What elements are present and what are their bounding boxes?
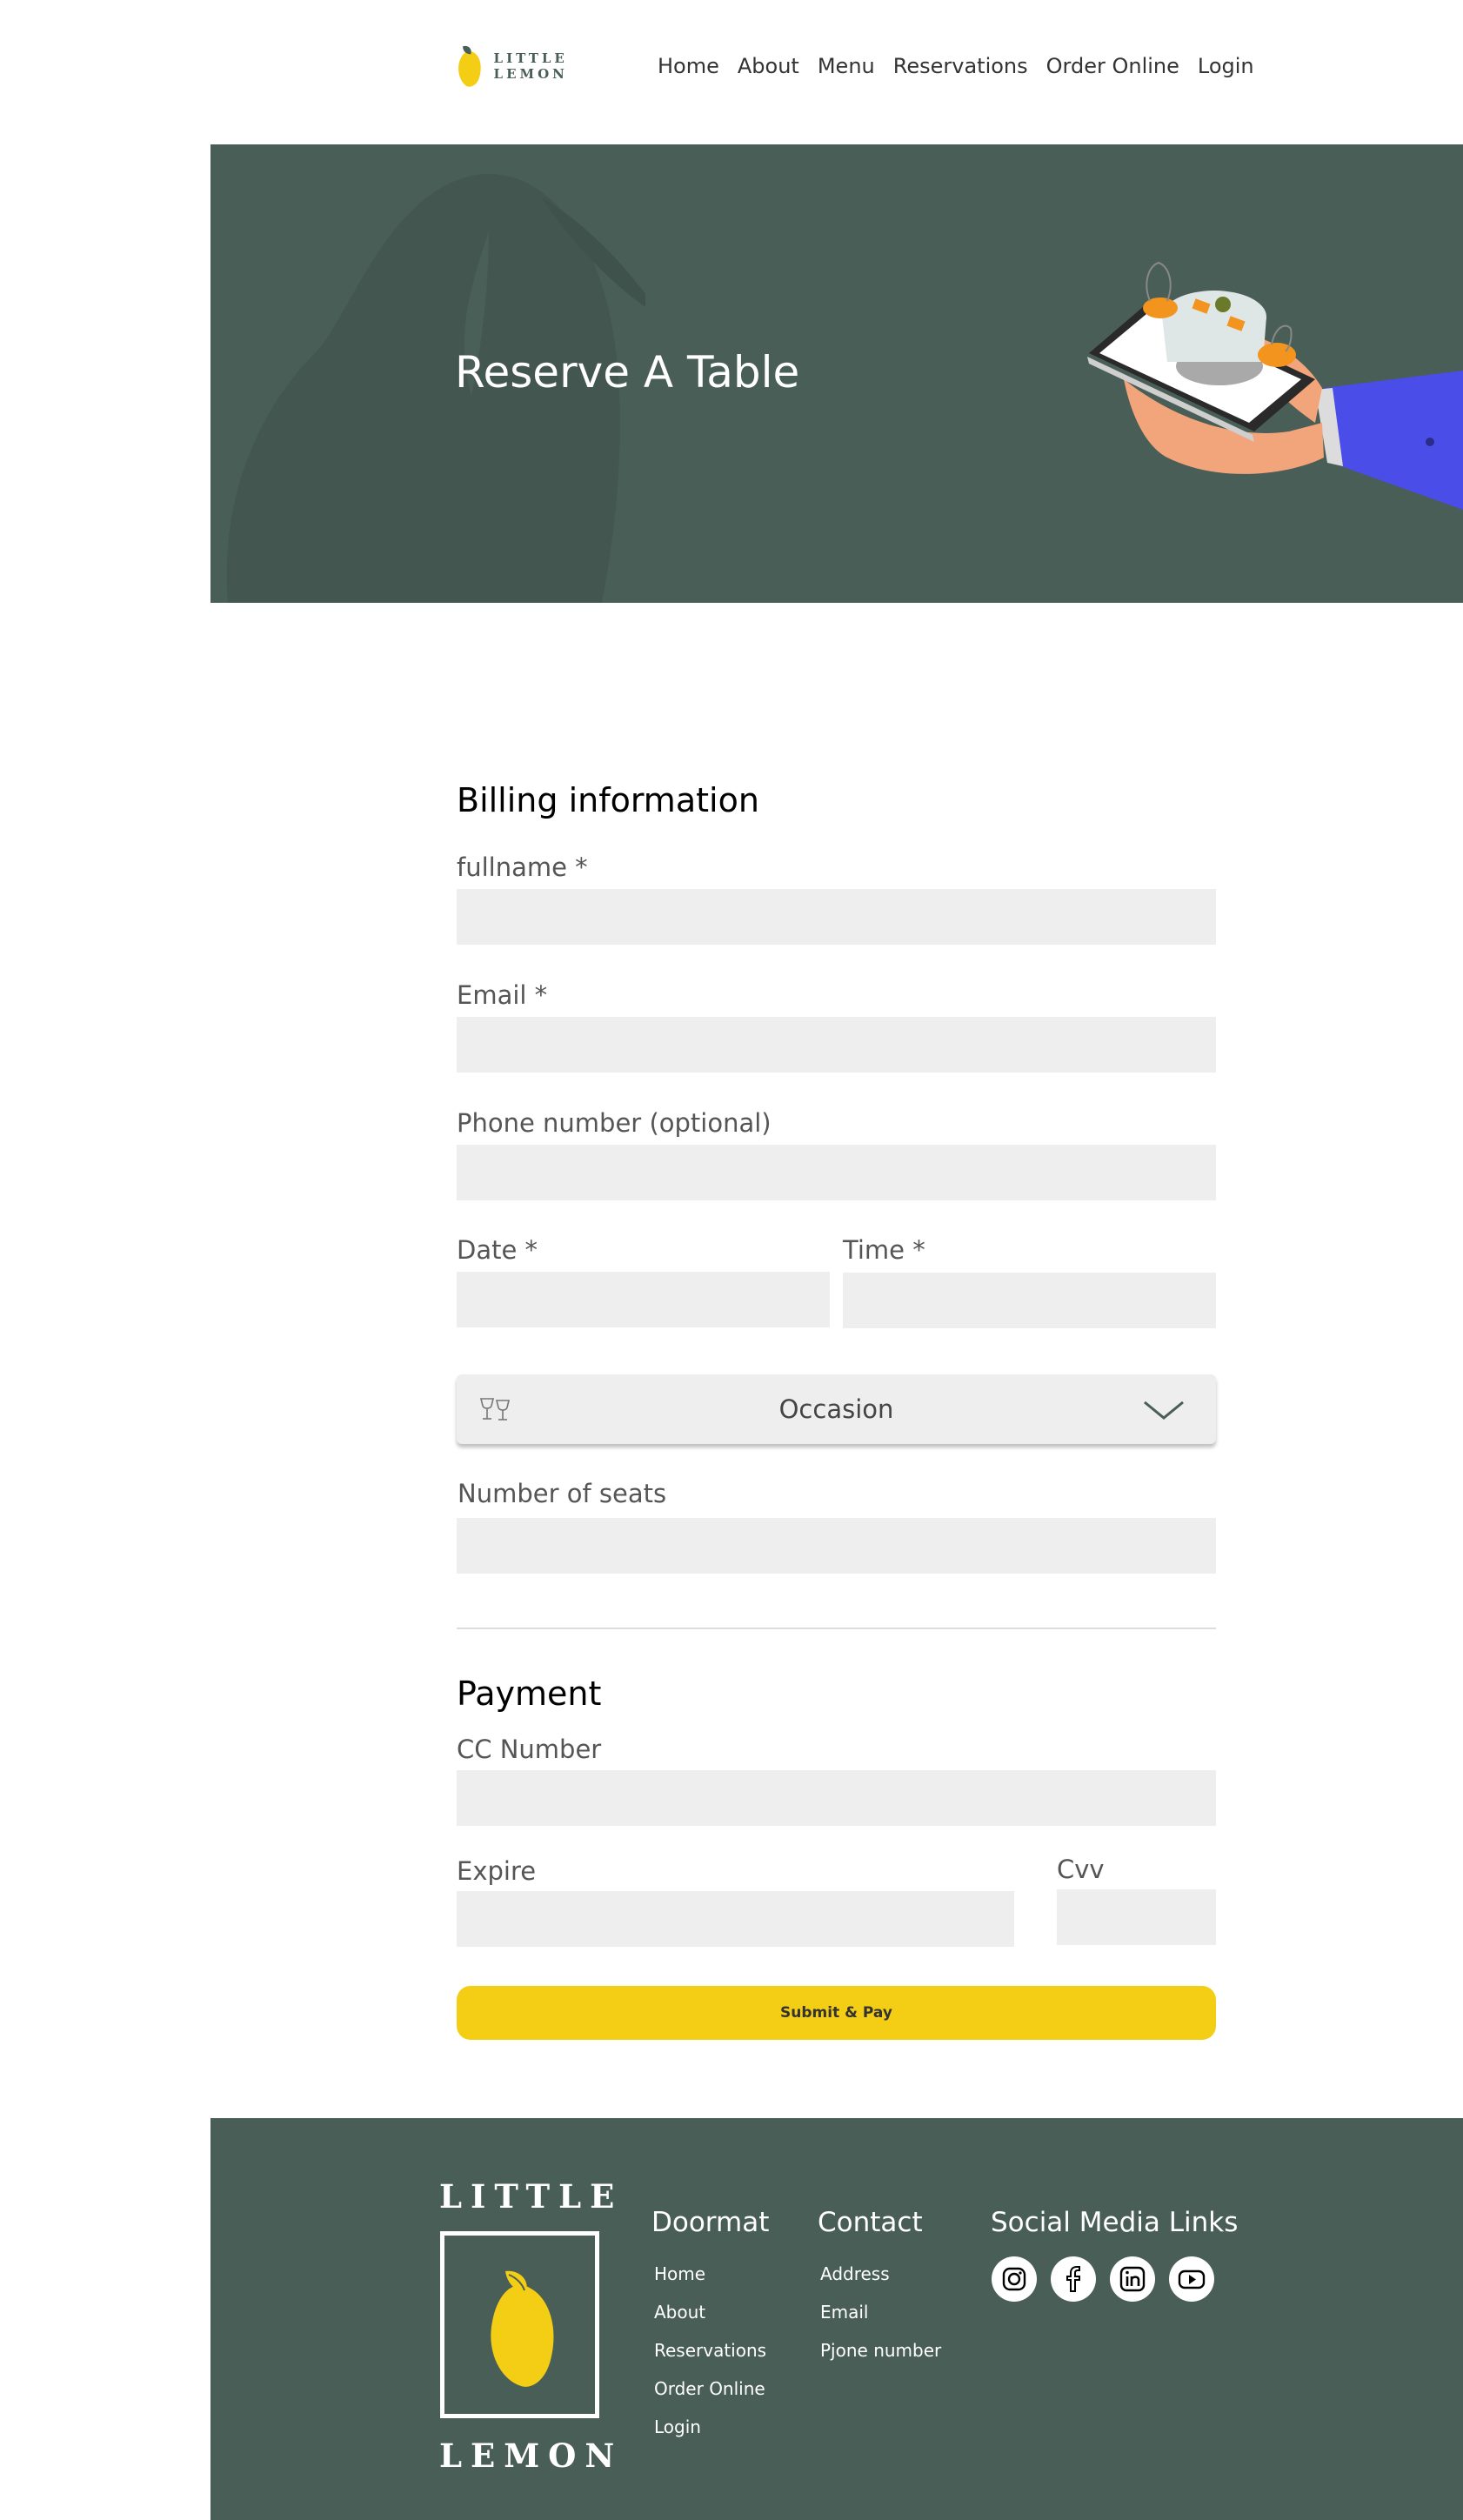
- site-footer: LITTLE LEMON Doormat Home About Reservat…: [210, 2118, 1463, 2520]
- nav-link-home[interactable]: Home: [658, 50, 719, 82]
- cc-number-label: CC Number: [457, 1735, 602, 1764]
- phone-label: Phone number (optional): [457, 1108, 772, 1138]
- payment-heading: Payment: [457, 1674, 602, 1713]
- brand-logo[interactable]: LITTLE LEMON: [455, 40, 636, 92]
- submit-pay-button[interactable]: Submit & Pay: [457, 1986, 1216, 2040]
- doormat-heading: Doormat: [651, 2207, 770, 2238]
- chevron-down-icon: [1144, 1400, 1184, 1420]
- seats-label: Number of seats: [458, 1479, 667, 1508]
- lemon-logo-icon: [491, 2270, 554, 2387]
- time-input[interactable]: [843, 1273, 1216, 1328]
- phone-input[interactable]: [457, 1145, 1216, 1200]
- section-divider: [457, 1628, 1216, 1629]
- time-label: Time *: [843, 1235, 925, 1265]
- nav-link-reservations[interactable]: Reservations: [893, 50, 1028, 82]
- cvv-input[interactable]: [1057, 1889, 1216, 1945]
- footer-link-order-online[interactable]: Order Online: [654, 2378, 765, 2399]
- email-input[interactable]: [457, 1017, 1216, 1073]
- email-label: Email *: [457, 980, 548, 1010]
- footer-link-email[interactable]: Email: [820, 2302, 869, 2323]
- fullname-input[interactable]: [457, 889, 1216, 945]
- footer-link-about[interactable]: About: [654, 2302, 705, 2323]
- nav-link-order-online[interactable]: Order Online: [1046, 50, 1179, 82]
- cc-number-input[interactable]: [457, 1770, 1216, 1826]
- footer-link-reservations[interactable]: Reservations: [654, 2340, 766, 2361]
- footer-brand-top: LITTLE: [439, 2177, 624, 2216]
- nav-link-about[interactable]: About: [738, 50, 799, 82]
- wine-glasses-icon: [479, 1398, 511, 1420]
- hero-banner: Reserve A Table: [210, 144, 1463, 603]
- nav-link-login[interactable]: Login: [1198, 50, 1254, 82]
- facebook-icon[interactable]: [1051, 2256, 1096, 2302]
- instagram-icon[interactable]: [992, 2256, 1037, 2302]
- youtube-icon[interactable]: [1169, 2256, 1214, 2302]
- contact-heading: Contact: [818, 2207, 923, 2238]
- footer-logo-frame: [440, 2231, 599, 2418]
- date-input[interactable]: [457, 1272, 830, 1327]
- footer-link-login[interactable]: Login: [654, 2416, 701, 2437]
- linkedin-icon[interactable]: [1110, 2256, 1155, 2302]
- brand-name: LITTLE LEMON: [493, 50, 568, 82]
- nav-link-menu[interactable]: Menu: [818, 50, 875, 82]
- fullname-label: fullname *: [457, 852, 588, 882]
- lemon-logo-icon: [458, 45, 481, 87]
- expire-label: Expire: [457, 1856, 537, 1886]
- date-label: Date *: [457, 1235, 538, 1265]
- footer-link-home[interactable]: Home: [654, 2263, 705, 2284]
- cvv-label: Cvv: [1057, 1855, 1105, 1884]
- occasion-select[interactable]: Occasion: [457, 1374, 1216, 1444]
- social-heading: Social Media Links: [991, 2207, 1239, 2238]
- phone-table-illustration-icon: [1087, 261, 1463, 510]
- page-title: Reserve A Table: [455, 347, 800, 398]
- footer-link-phone[interactable]: Pjone number: [820, 2340, 941, 2361]
- billing-heading: Billing information: [457, 781, 759, 819]
- footer-link-address[interactable]: Address: [820, 2263, 890, 2284]
- footer-brand-bottom: LEMON: [439, 2436, 624, 2475]
- seats-input[interactable]: [457, 1518, 1216, 1574]
- expire-input[interactable]: [457, 1891, 1014, 1947]
- occasion-value: Occasion: [778, 1394, 894, 1424]
- nav-links: Home About Menu Reservations Order Onlin…: [658, 50, 1254, 82]
- top-navigation: LITTLE LEMON Home About Menu Reservation…: [0, 0, 1463, 144]
